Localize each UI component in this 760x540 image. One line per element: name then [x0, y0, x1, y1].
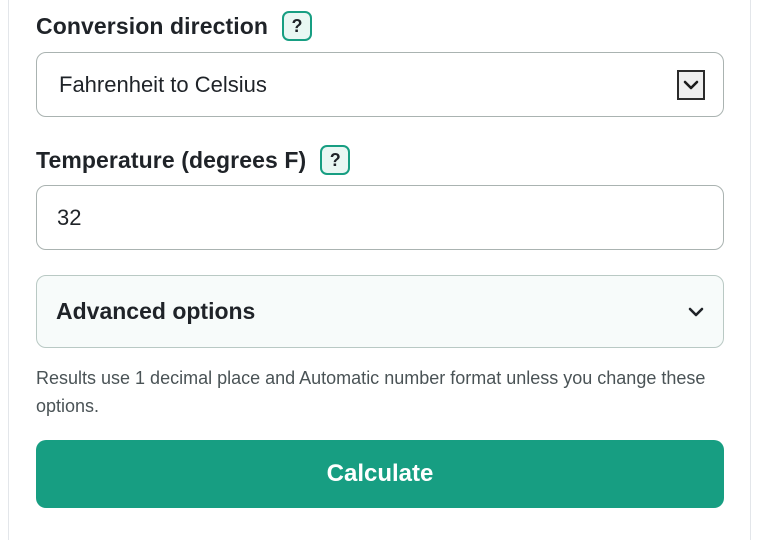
conversion-direction-selected-value: Fahrenheit to Celsius — [59, 71, 267, 97]
advanced-options-toggle[interactable]: Advanced options — [36, 275, 724, 348]
results-format-note: Results use 1 decimal place and Automati… — [36, 368, 706, 416]
advanced-options-chevron — [685, 301, 707, 323]
chevron-down-icon — [683, 80, 699, 90]
conversion-direction-select[interactable]: Fahrenheit to Celsius — [36, 52, 724, 117]
temperature-label-row: Temperature (degrees F) ? — [36, 144, 351, 176]
select-dropdown-button[interactable] — [677, 70, 705, 100]
temperature-input[interactable] — [36, 185, 724, 250]
conversion-direction-label-row: Conversion direction ? — [36, 10, 313, 42]
advanced-options-label: Advanced options — [56, 298, 256, 324]
calculate-button[interactable]: Calculate — [36, 440, 724, 508]
temperature-label: Temperature (degrees F) — [36, 146, 307, 173]
conversion-direction-help-button[interactable]: ? — [282, 11, 313, 41]
temperature-help-button[interactable]: ? — [320, 145, 351, 175]
chevron-down-icon — [688, 307, 704, 317]
conversion-direction-label: Conversion direction — [36, 12, 269, 39]
